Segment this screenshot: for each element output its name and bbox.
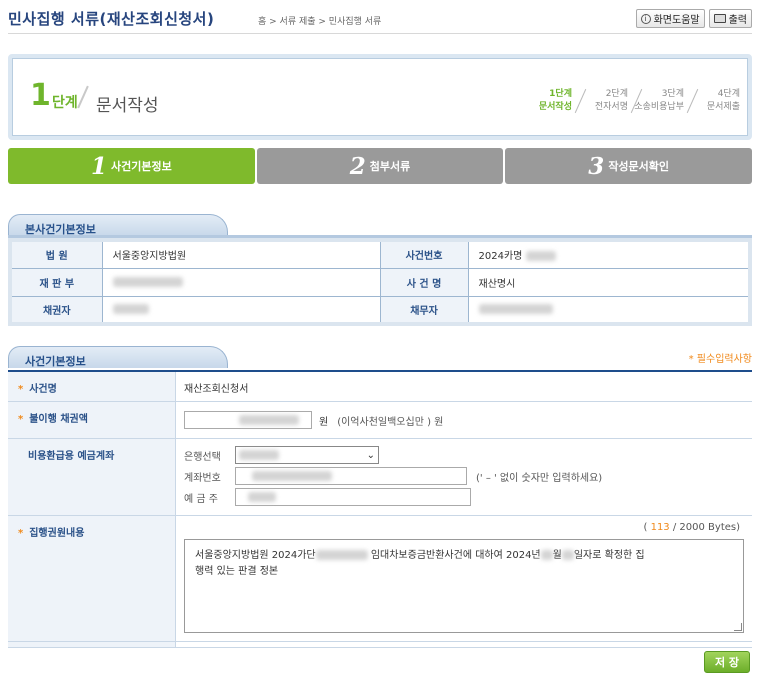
page-title: 민사집행 서류(재산조회신청서): [8, 10, 215, 28]
account-holder-input[interactable]: [235, 488, 471, 506]
court-value: 서울중앙지방법원: [101, 239, 381, 269]
help-button-label: 화면도움말: [653, 15, 700, 26]
breadcrumb: 홈 > 서류 제출 > 민사집행 서류: [258, 17, 382, 27]
claim-amount-label: * 불이행 채권액: [8, 401, 176, 439]
bank-label: 은행선택: [184, 451, 221, 463]
printer-icon: [713, 14, 726, 23]
redacted-text: [112, 276, 183, 287]
main-case-section-title: 본사건기본정보: [8, 214, 228, 236]
tab-case-info[interactable]: 1 사건기본정보: [8, 148, 255, 184]
save-button[interactable]: 저 장: [704, 651, 750, 673]
step-name: 문서작성: [96, 96, 159, 116]
form-section-title: 사건기본정보: [8, 346, 228, 368]
redacted-text: [315, 550, 368, 560]
court-label: 법 원: [9, 239, 103, 269]
case-form-table: * 사건명 재산조회신청서 * 불이행 채권액 원 (이억사천일백오십만 ) 원 비…: [8, 370, 752, 648]
case-name-label: 사 건 명: [379, 267, 469, 297]
redacted-text: [239, 415, 299, 425]
case-name-field-value: 재산조회신청서: [175, 371, 752, 402]
redacted-text: [239, 450, 279, 460]
step-word: 단계: [52, 95, 78, 111]
bank-select[interactable]: ⌄: [235, 446, 379, 464]
redacted-text: [112, 303, 149, 314]
case-number-cell: 2024카명: [467, 239, 751, 269]
account-number-note: (' – ' 없이 숫자만 입력하세요): [476, 472, 603, 484]
claim-unit: 원: [319, 416, 329, 428]
step-3: 3단계 소송비용납부: [628, 88, 684, 114]
creditor-value: [101, 295, 381, 325]
step-progress: 1단계 문서작성 2단계 전자서명 3단계 소송비용납부 4단계 문서제출: [516, 88, 740, 114]
bottom-divider: [8, 641, 752, 642]
print-button[interactable]: 출력: [708, 9, 752, 28]
step-number: 1: [30, 78, 51, 113]
case-name-field-label: * 사건명: [8, 371, 176, 402]
resize-grip-icon[interactable]: [734, 623, 742, 631]
account-number-label: 계좌번호: [184, 472, 221, 484]
redacted-text: [478, 303, 553, 314]
byte-counter: ( 113 / 2000 Bytes): [643, 522, 740, 533]
step-2: 2단계 전자서명: [572, 88, 628, 114]
case-number-label: 사건번호: [379, 239, 469, 269]
step-indicator: 1 단계 문서작성 1단계 문서작성 2단계 전자서명 3단계 소송비용납부 4단계 문…: [8, 54, 752, 140]
division-label: 재 판 부: [9, 267, 103, 297]
case-name-value: 재산명시: [467, 267, 751, 297]
step-divider: [77, 85, 89, 109]
case-number-value: 2024카명: [478, 251, 523, 263]
account-number-input[interactable]: [235, 467, 467, 485]
print-button-label: 출력: [728, 15, 747, 26]
debtor-label: 채무자: [379, 295, 469, 325]
redacted-text: [525, 251, 556, 262]
redacted-text: [248, 492, 276, 502]
claim-amount-input[interactable]: [184, 411, 312, 429]
step-4: 4단계 문서제출: [684, 88, 740, 114]
creditor-label: 채권자: [9, 295, 103, 325]
debtor-value: [467, 295, 751, 325]
redacted-text: [252, 471, 332, 481]
section-tabs: 1 사건기본정보 2 첨부서류 3 작성문서확인: [8, 148, 753, 184]
step-1: 1단계 문서작성: [538, 89, 572, 112]
account-holder-label: 예 금 주: [184, 493, 218, 505]
info-icon: i: [640, 13, 651, 24]
claim-amount-words: (이억사천일백오십만 ) 원: [337, 416, 444, 428]
judgment-content-label: * 집행권원내용: [8, 515, 176, 648]
tab-review[interactable]: 3 작성문서확인: [505, 148, 753, 184]
refund-account-label: 비용환급용 예금계좌: [8, 438, 176, 516]
required-note: * 필수입력사항: [688, 354, 752, 365]
main-case-table: 법 원 서울중앙지방법원 사건번호 2024카명 재 판 부 사 건 명 재산명…: [8, 238, 752, 326]
tab-attachments[interactable]: 2 첨부서류: [256, 148, 504, 184]
judgment-content-textarea[interactable]: 서울중앙지방법원 2024가단 임대차보증금반환사건에 대하여 2024년 월 일자…: [184, 539, 744, 633]
redacted-text: [561, 550, 574, 560]
division-value: [101, 267, 381, 297]
redacted-text: [540, 550, 553, 560]
page-header: 민사집행 서류(재산조회신청서) 홈 > 서류 제출 > 민사집행 서류 i 화…: [8, 8, 752, 34]
byte-count: 113: [650, 522, 670, 533]
help-button[interactable]: i 화면도움말: [635, 9, 705, 28]
chevron-down-icon: ⌄: [366, 449, 375, 461]
